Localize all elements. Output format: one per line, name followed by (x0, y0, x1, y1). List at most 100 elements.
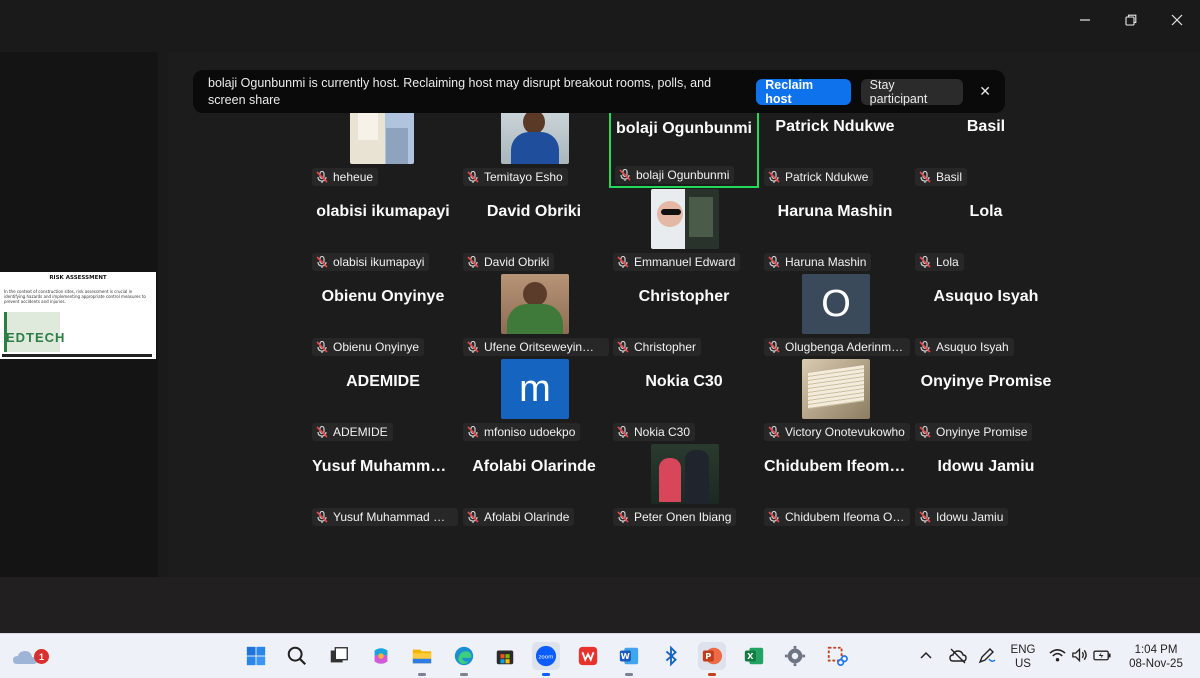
mic-muted-icon (467, 340, 479, 353)
volume-icon (1072, 647, 1087, 663)
mic-muted-icon (768, 255, 780, 268)
running-indicator (542, 673, 550, 676)
stay-participant-button[interactable]: Stay participant (860, 78, 964, 106)
edge-button[interactable] (450, 642, 478, 676)
participant-display-name: Obienu Onyinye (321, 288, 445, 305)
pen-tray-button[interactable] (977, 647, 997, 670)
participant-name-label: Basil (915, 168, 968, 186)
participant-photo (501, 274, 569, 334)
word-icon: W (619, 647, 639, 665)
participant-tile[interactable]: Emmanuel Edward (609, 189, 759, 273)
start-button[interactable] (242, 642, 270, 670)
participant-tile[interactable]: Temitayo Esho (459, 104, 609, 188)
banner-message: bolaji Ogunbunmi is currently host. Recl… (208, 75, 712, 107)
task-view-button[interactable] (325, 642, 353, 670)
banner-close-icon[interactable]: ✕ (977, 83, 993, 100)
participant-name-label: Ufene Oritseweyinmi L... (463, 338, 609, 356)
participant-tile[interactable]: Ufene Oritseweyinmi L... (459, 274, 609, 358)
participant-tile[interactable]: Peter Onen Ibiang (609, 444, 759, 528)
snipping-tool-button[interactable] (823, 642, 851, 670)
participant-label-text: Emmanuel Edward (634, 255, 736, 269)
weather-widget[interactable]: 1 (10, 642, 49, 672)
participant-tile[interactable]: Asuquo Isyah Asuquo Isyah (911, 274, 1061, 358)
share-slide-body: In the context of construction sites, ri… (4, 289, 146, 304)
mic-muted-icon (316, 510, 328, 523)
cloud-off-icon (949, 648, 967, 664)
mic-muted-icon (617, 510, 629, 523)
taskbar-search-button[interactable] (283, 642, 311, 670)
mic-muted-icon (768, 510, 780, 523)
participant-name-label: Christopher (613, 338, 702, 356)
participant-tile[interactable]: Chidubem Ifeoma Okafor Chidubem Ifeoma Ok… (760, 444, 910, 528)
svg-text:P: P (705, 651, 711, 661)
participant-name-label: olabisi ikumapayi (312, 253, 430, 271)
participant-tile[interactable]: Obienu Onyinye Obienu Onyinye (308, 274, 458, 358)
participant-tile[interactable]: O Olugbenga Aderinmoye (760, 274, 910, 358)
excel-button[interactable]: X (740, 642, 768, 670)
participant-name-label: Emmanuel Edward (613, 253, 741, 271)
minimize-button[interactable] (1062, 6, 1108, 34)
participant-label-text: Christopher (634, 340, 697, 354)
clock-date: 08-Nov-25 (1129, 658, 1183, 670)
participant-tile[interactable]: heheue (308, 104, 458, 188)
settings-icon (784, 645, 806, 667)
copilot-button[interactable] (367, 642, 395, 670)
participant-display-name: Chidubem Ifeoma Okafor (764, 458, 910, 475)
input-language-indicator[interactable]: ENG US (1008, 643, 1038, 671)
participant-tile[interactable]: Lola Lola (911, 189, 1061, 273)
participant-tile[interactable]: m mfoniso udoekpo (459, 359, 609, 443)
onedrive-tray-button[interactable] (948, 647, 968, 670)
participant-photo (501, 104, 569, 164)
bluetooth-button[interactable] (657, 642, 685, 670)
participant-tile[interactable]: Yusuf Muhammad Sani Yusuf Muhammad Sani (308, 444, 458, 528)
restore-icon (1125, 14, 1137, 26)
start-icon (246, 646, 266, 666)
mic-muted-icon (467, 510, 479, 523)
participant-name-label: Onyinye Promise (915, 423, 1033, 441)
participant-name-label: Chidubem Ifeoma Oka... (764, 508, 910, 526)
restore-button[interactable] (1108, 6, 1154, 34)
participant-display-name: Christopher (638, 288, 730, 305)
participant-tile[interactable]: olabisi ikumapayi olabisi ikumapayi (308, 189, 458, 273)
file-explorer-button[interactable] (408, 642, 436, 676)
participant-tile[interactable]: Onyinye Promise Onyinye Promise (911, 359, 1061, 443)
close-window-button[interactable] (1154, 6, 1200, 34)
participant-tile[interactable]: ADEMIDE ADEMIDE (308, 359, 458, 443)
zoom-button[interactable]: zoom (532, 642, 560, 676)
store-button[interactable] (491, 642, 519, 670)
shared-screen-thumbnail[interactable]: RISK ASSESSMENT In the context of constr… (0, 272, 156, 359)
mic-muted-icon (316, 340, 328, 353)
mic-muted-icon (467, 425, 479, 438)
participant-label-text: mfoniso udoekpo (484, 425, 576, 439)
participant-name-label: bolaji Ogunbunmi (615, 166, 735, 184)
participant-tile[interactable]: Victory Onotevukowho (760, 359, 910, 443)
participant-tile[interactable]: Afolabi Olarinde Afolabi Olarinde (459, 444, 609, 528)
chevron-up-icon (920, 651, 932, 659)
file-explorer-icon (412, 649, 432, 664)
clock[interactable]: 1:04 PM 08-Nov-25 (1122, 643, 1190, 671)
reclaim-host-button[interactable]: Reclaim host (756, 78, 851, 106)
participant-label-text: Ufene Oritseweyinmi L... (484, 340, 604, 354)
participant-tile[interactable]: Idowu Jamiu Idowu Jamiu (911, 444, 1061, 528)
show-hidden-icons-button[interactable] (919, 649, 933, 668)
mic-muted-icon (617, 255, 629, 268)
battery-icon (1093, 650, 1111, 661)
participant-label-text: heheue (333, 170, 374, 184)
participant-tile[interactable]: Nokia C30 Nokia C30 (609, 359, 759, 443)
participant-tile[interactable]: Patrick Ndukwe Patrick Ndukwe (760, 104, 910, 188)
participant-tile[interactable]: Christopher Christopher (609, 274, 759, 358)
quick-settings-button[interactable] (1049, 647, 1112, 663)
participant-tile[interactable]: Haruna Mashin Haruna Mashin (760, 189, 910, 273)
word-button[interactable]: W (615, 642, 643, 676)
participant-display-name: olabisi ikumapayi (316, 203, 450, 220)
settings-button[interactable] (781, 642, 809, 670)
participant-label-text: bolaji Ogunbunmi (636, 168, 730, 182)
meeting-toolbar-area (0, 577, 1200, 633)
powerpoint-button[interactable]: P (698, 642, 726, 676)
participant-tile[interactable]: bolaji Ogunbunmi bolaji Ogunbunmi (609, 104, 759, 188)
participant-tile[interactable]: David Obriki David Obriki (459, 189, 609, 273)
wps-button[interactable] (574, 642, 602, 670)
svg-text:X: X (747, 651, 754, 661)
participant-tile[interactable]: Basil Basil (911, 104, 1061, 188)
wps-icon (578, 646, 598, 666)
